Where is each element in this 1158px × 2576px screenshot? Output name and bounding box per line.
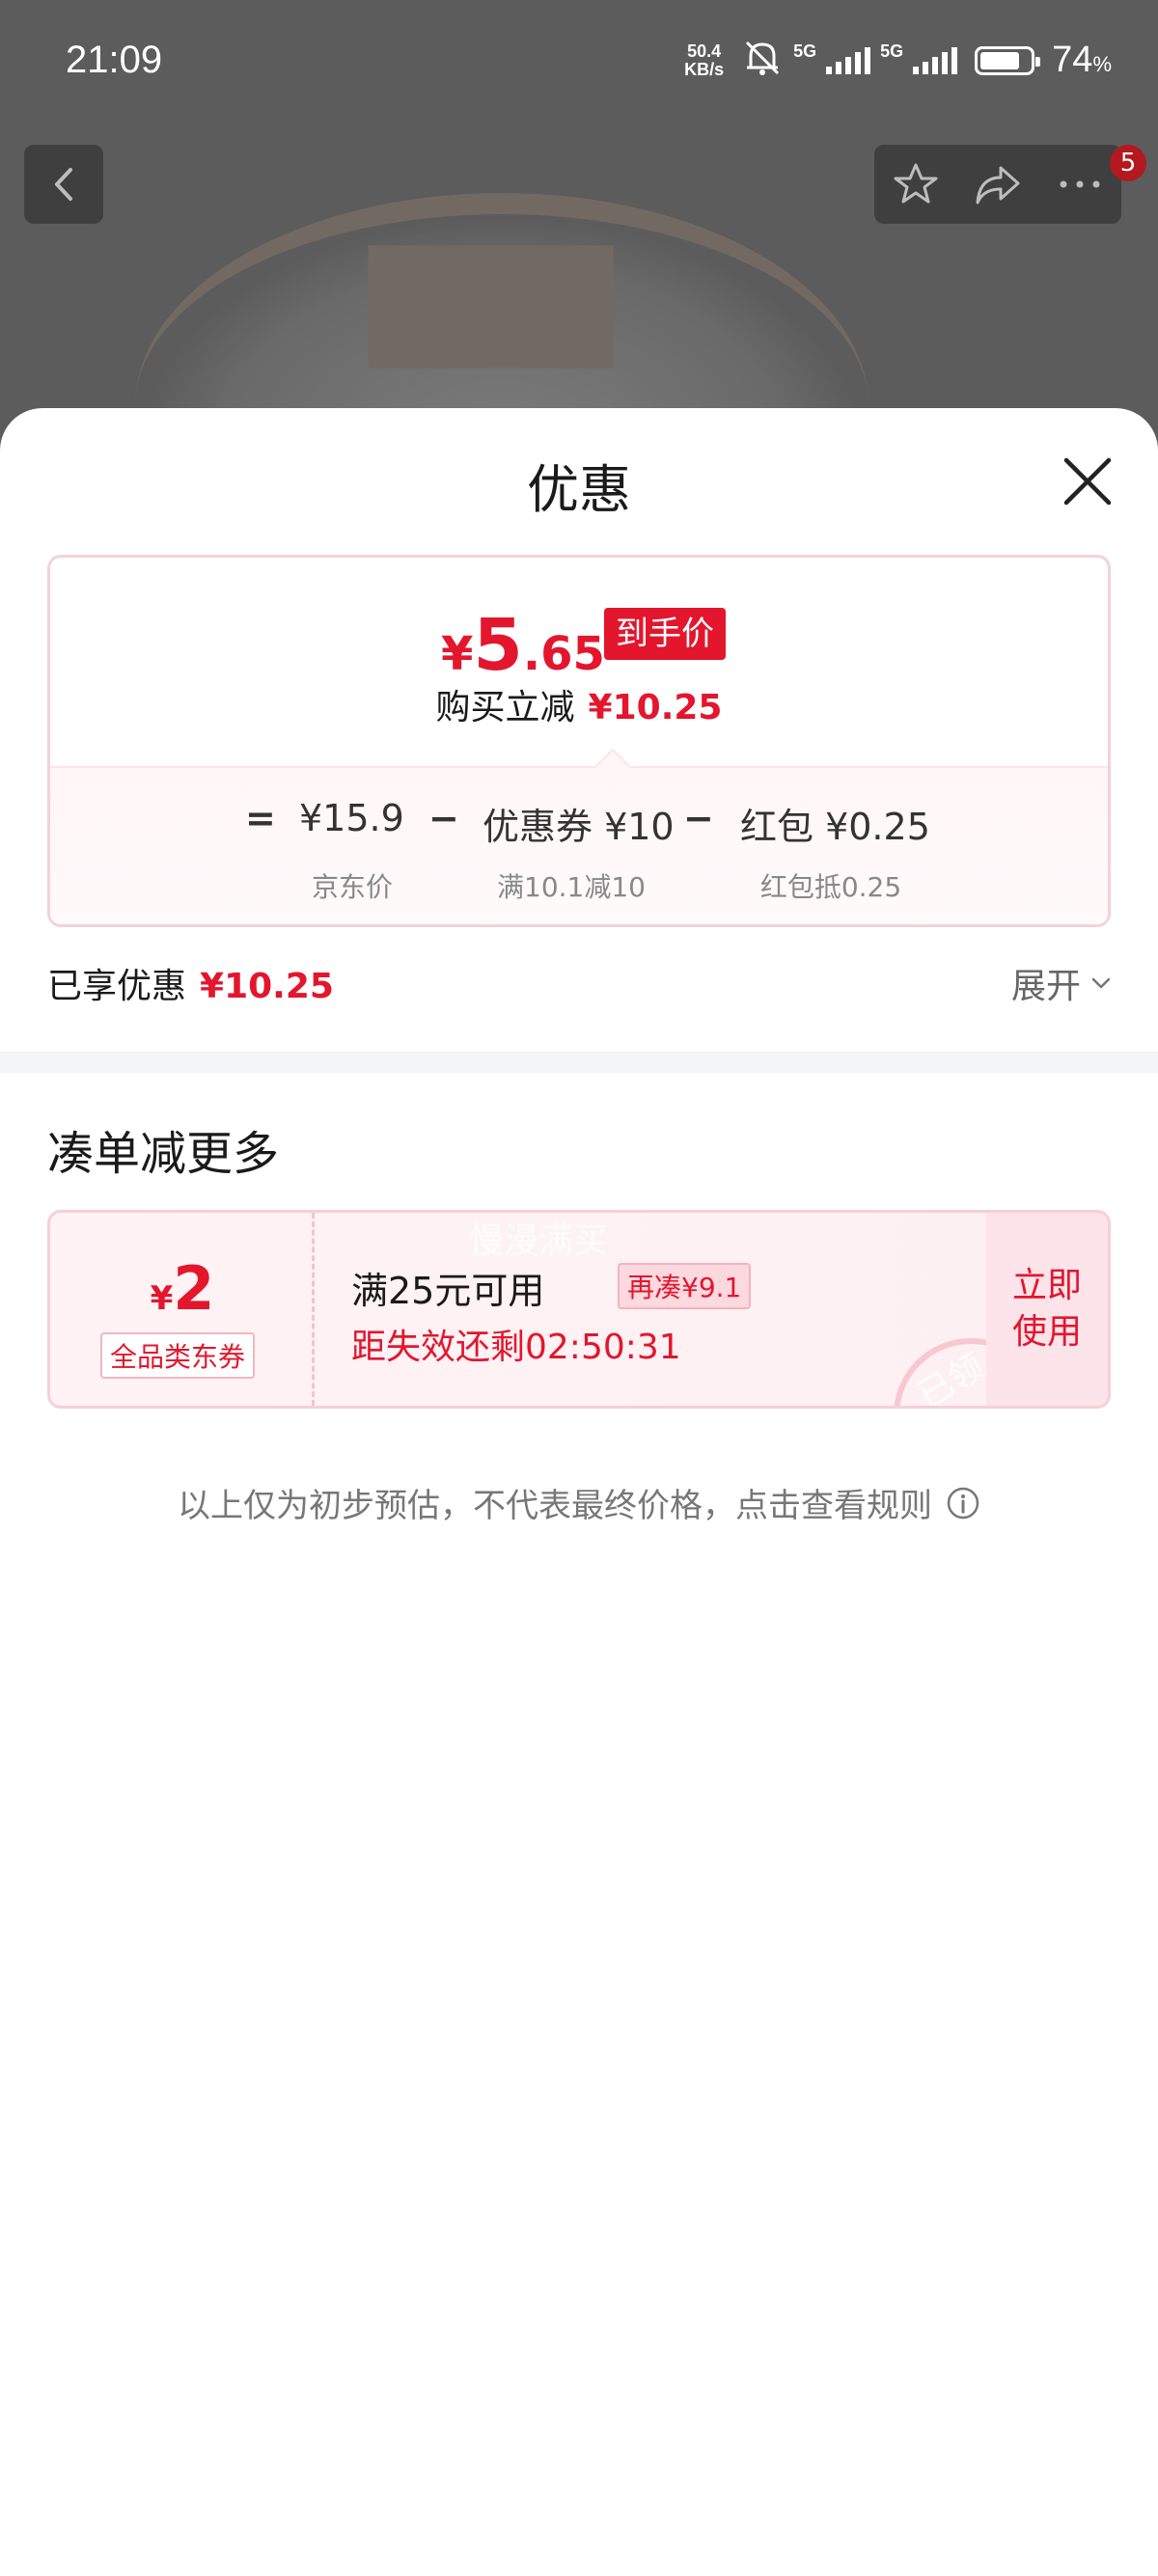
info-icon (947, 1487, 979, 1519)
use-now-button[interactable]: 立即 使用 (986, 1213, 1108, 1406)
section-title: 凑单减更多 (47, 1127, 280, 1181)
base-price-note: 京东价 (311, 871, 394, 903)
signal-icon-1: 5G (793, 41, 871, 74)
chevron-down-icon (1091, 977, 1111, 989)
coupon-value-area: ¥2 全品类东券 (50, 1213, 315, 1406)
price-breakdown-card: ¥5.65 到手价 购买立减 ¥10.25 = ¥15.9 − 优惠券 ¥10 −… (47, 555, 1111, 927)
watermark-text: 慢漫满买 (469, 1221, 609, 1261)
notification-badge: 5 (1110, 145, 1146, 181)
more-button[interactable] (1051, 155, 1109, 213)
net-speed: 50.4 KB/s (684, 41, 725, 79)
redpacket-note: 红包抵0.25 (759, 871, 902, 903)
status-bar: 21:09 50.4 KB/s 5G 5G 74% (0, 0, 1158, 125)
minus-sign: − (683, 797, 714, 839)
close-button[interactable] (1057, 451, 1118, 512)
rules-link[interactable]: 以上仅为初步预估，不代表最终价格，点击查看规则 (0, 1479, 1158, 1526)
reduce-line: 购买立减 ¥10.25 (435, 688, 723, 727)
share-icon (976, 166, 1020, 205)
back-icon (55, 168, 72, 201)
minus-sign: − (428, 797, 459, 839)
redpacket-value: 红包 ¥0.25 (740, 806, 930, 848)
coupon-card[interactable]: ¥2 全品类东券 慢漫满买 满25元可用 再凑¥9.1 距失效还剩02:50:3… (47, 1210, 1111, 1409)
coupon-expire-countdown: 距失效还剩02:50:31 (351, 1328, 681, 1367)
expand-button[interactable]: 展开 (1011, 958, 1114, 1008)
battery-icon (975, 45, 1041, 75)
coupon-note: 满10.1减10 (497, 871, 646, 903)
section-divider (0, 1052, 1158, 1073)
status-icons: 50.4 KB/s 5G 5G 74% (684, 39, 1112, 82)
favorite-button[interactable] (887, 155, 945, 213)
coupon-amount: ¥2 (150, 1253, 215, 1324)
back-button[interactable] (24, 145, 103, 224)
base-price: ¥15.9 (299, 797, 404, 839)
enjoyed-discount: 已享优惠 ¥10.25 (47, 967, 334, 1006)
mute-icon (741, 39, 784, 82)
sheet-title: 优惠 (527, 459, 631, 520)
more-icon (1060, 180, 1100, 188)
status-time: 21:09 (66, 39, 163, 81)
discount-sheet: 优惠 ¥5.65 到手价 购买立减 ¥10.25 = ¥15.9 − 优惠券 ¥1… (0, 408, 1158, 2576)
equals-sign: = (245, 797, 276, 839)
nav-actions (874, 145, 1121, 224)
price-formula: = ¥15.9 − 优惠券 ¥10 − 红包 ¥0.25 京东价 满10.1减1… (50, 766, 1108, 924)
add-more-tag: 再凑¥9.1 (618, 1263, 752, 1309)
final-price-tag: 到手价 (604, 608, 726, 660)
close-icon (1063, 457, 1112, 506)
coupon-condition: 满25元可用 (351, 1270, 545, 1312)
share-button[interactable] (969, 155, 1027, 213)
coupon-info: 慢漫满买 满25元可用 再凑¥9.1 距失效还剩02:50:31 已领 (315, 1213, 1048, 1406)
battery-level: 74% (1052, 40, 1112, 80)
coupon-type-badge: 全品类东券 (100, 1332, 256, 1379)
final-price: ¥5.65 (441, 604, 605, 687)
star-icon (894, 163, 938, 204)
coupon-value: 优惠券 ¥10 (482, 806, 675, 848)
signal-icon-2: 5G (880, 41, 958, 74)
